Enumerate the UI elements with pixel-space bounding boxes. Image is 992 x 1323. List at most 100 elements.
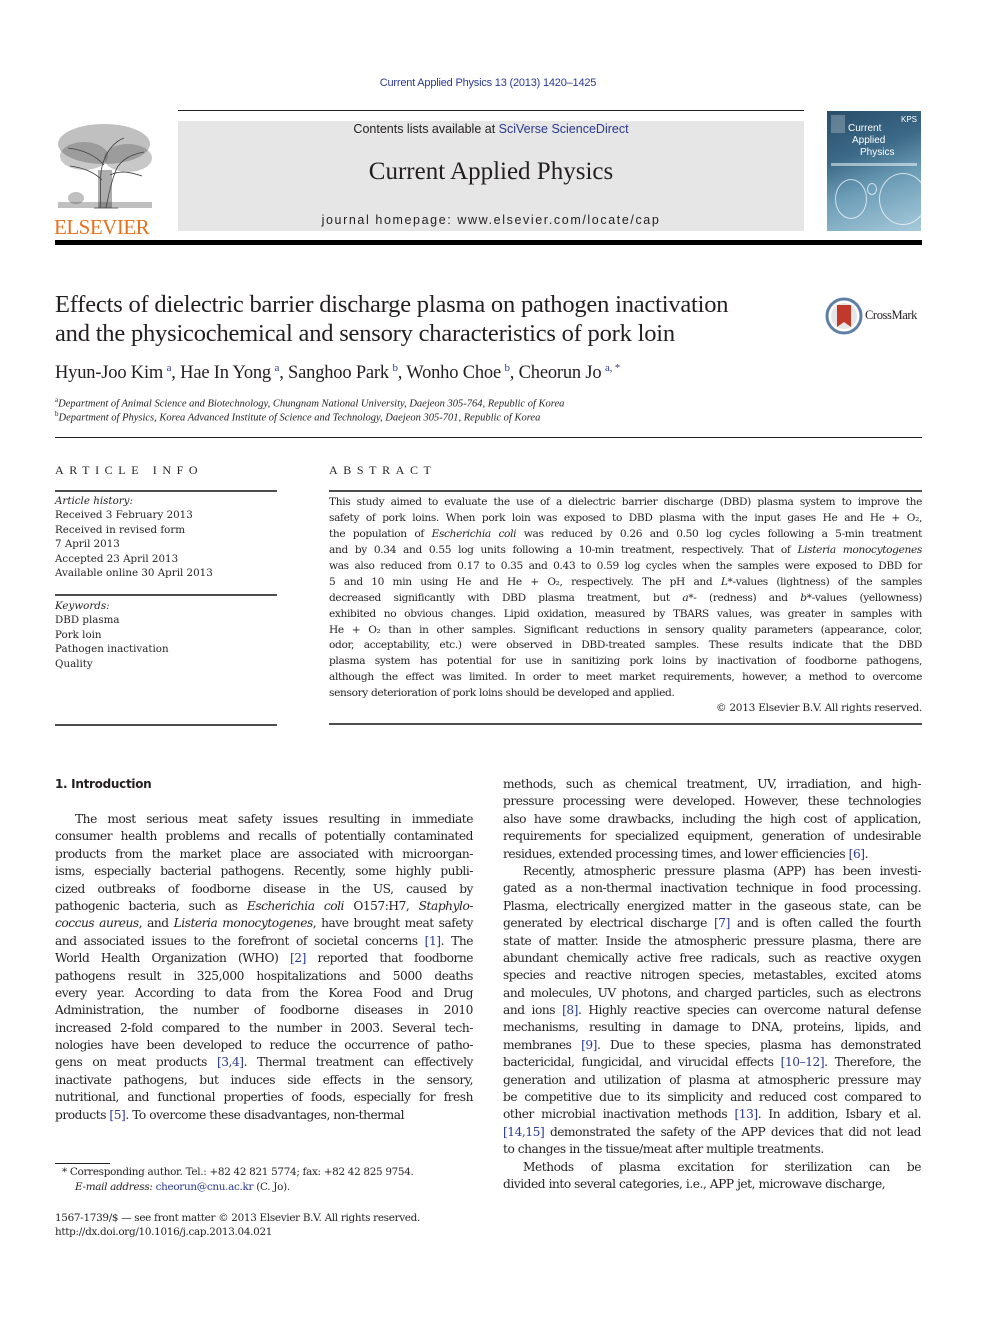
author-name: Hae In Yong [180,363,271,384]
citation-link[interactable]: [7] [714,916,730,930]
text-line: bactericidal, fungicidal, and virucidal … [503,1055,921,1070]
text-line: Plasma, electrically energized matter in… [503,898,921,913]
abstract-body: This study aimed to evaluate the use of … [329,495,922,702]
author[interactable]: Hyun-Joo Kim a [55,362,172,384]
author-affiliation-mark[interactable]: b [504,362,510,374]
citation-link[interactable]: [14,15] [503,1125,545,1139]
cover-title-line: Current [848,123,882,134]
text-line: Administration, the number of foodborne … [55,1003,473,1018]
history-item: Available online 30 April 2013 [55,567,213,580]
email-link[interactable]: cheorun@cnu.ac.kr [156,1181,254,1193]
affiliation-text: Department of Physics, Korea Advanced In… [58,412,541,424]
text-line: state of matter. Inside the atmospheric … [503,933,921,948]
text-line: pathogenic bacteria, such as Escherichia… [55,898,474,913]
elsevier-logo[interactable]: ELSEVIER [54,120,156,238]
keyword: Pathogen inactivation [55,643,169,656]
text-line: and by 0.34 and 0.55 log units following… [329,543,922,556]
author[interactable]: Cheorun Jo a, * [518,362,621,384]
text-line: requirements for specialized equipment, … [503,829,921,844]
citation-link[interactable]: [2] [290,951,306,965]
running-head[interactable]: Current Applied Physics 13 (2013) 1420–1… [0,77,976,89]
sciencedirect-link[interactable]: SciVerse ScienceDirect [499,122,629,136]
author-affiliation-mark[interactable]: a [167,362,172,374]
abstract-bottom-rule [329,723,922,725]
text-line: [14,15] demonstrated the safety of the A… [503,1124,921,1139]
abstract-rule [329,490,922,492]
cover-bubble [835,179,867,219]
text-line: 5 and 10 min using He and He + O₂, respe… [329,575,922,588]
article-info-heading: ARTICLE INFO [55,463,204,477]
header-rule [178,110,804,111]
author[interactable]: Wonho Choe b [406,362,510,383]
journal-banner: Contents lists available at SciVerse Sci… [178,121,804,231]
crossmark-icon [825,297,863,335]
history-item: 7 April 2013 [55,538,120,551]
footnote-rule [55,1163,110,1164]
text-line: generated by electrical discharge [7] an… [503,916,921,931]
cover-badge: KPS [900,115,917,124]
author-affiliation-mark[interactable]: b [392,362,398,374]
text-line: coccus aureus, and Listeria monocytogene… [55,916,473,931]
text-line: He + O₂ than in other samples. Significa… [329,623,922,636]
text-line: residues, extended processing times, and… [503,846,869,861]
text-line: abundant chemically active free radicals… [503,950,921,965]
history-item: Accepted 23 April 2013 [55,552,179,565]
text-line: and associated issues to the forefront o… [55,933,473,948]
text-line: safety of pork loins. When pork loin was… [329,511,922,524]
text-line: species and reactive nitrogen species, m… [503,968,921,983]
citation-link[interactable]: [13] [734,1107,758,1121]
keyword: Pork loin [55,628,102,641]
journal-homepage[interactable]: journal homepage: www.elsevier.com/locat… [178,213,804,227]
author-affiliation-mark[interactable]: a [275,362,280,374]
author-list: Hyun-Joo Kim a, Hae In Yong a, Sanghoo P… [55,362,621,384]
crossmark-label: CrossMark [865,308,917,322]
cover-title-line: Applied [852,135,886,146]
cover-subtitle-bar [831,163,917,166]
text-line: Methods of plasma excitation for sterili… [523,1159,921,1174]
text-line: decreased significantly with DBD plasma … [329,591,923,604]
journal-cover-image[interactable]: KPS Current Applied Physics [827,111,921,231]
citation-link[interactable]: [10–12] [781,1055,825,1069]
citation-link[interactable]: [3,4] [217,1055,244,1069]
cover-bubble [879,173,921,225]
text-line: pathogens result in 325,000 hospitalizat… [55,968,473,983]
article-title: Effects of dielectric barrier discharge … [55,290,815,348]
text-line: odor, acceptability, etc.) were observed… [329,639,922,652]
author-name: Hyun-Joo Kim [55,363,164,384]
article-info-bottom-rule [55,724,277,726]
elsevier-tree-icon [58,124,152,209]
text-line: World Health Organization (WHO) [2] repo… [55,951,473,966]
citation-link[interactable]: [9] [581,1038,597,1052]
affiliation-a: aDepartment of Animal Science and Biotec… [55,396,564,410]
citation-link[interactable]: [8] [562,1003,578,1017]
keywords: Keywords: DBD plasma Pork loin Pathogen … [55,599,277,671]
author-name: Cheorun Jo [518,363,602,384]
affiliation-text: Department of Animal Science and Biotech… [58,398,565,410]
author[interactable]: Sanghoo Park b [288,362,398,383]
text-line: pressure processing were developed. Howe… [503,794,921,809]
author-affiliation-mark[interactable]: a, * [605,362,620,374]
title-block-rule [55,437,922,438]
body-column-left: The most serious meat safety issues resu… [55,811,473,1124]
text-line: membranes [9]. Due to these species, pla… [503,1037,921,1052]
text-line: sensory deterioration of pork loins shou… [329,687,675,700]
text-line: and molecules, UV photons, and charged p… [503,985,921,1000]
text-line: methods, such as chemical treatment, UV,… [503,777,921,791]
citation-link[interactable]: [6] [849,847,865,861]
text-line: This study aimed to evaluate the use of … [329,496,922,508]
cover-bubble [867,183,877,195]
crossmark-button[interactable]: CrossMark [825,297,925,335]
citation-link[interactable]: [1] [425,934,441,948]
doi-link[interactable]: http://dx.doi.org/10.1016/j.cap.2013.04.… [55,1226,272,1238]
author[interactable]: Hae In Yong a [180,362,280,384]
text-line: although the effect was limited. In orde… [329,671,922,684]
text-line: inactivate pathogens, but induces side e… [55,1072,473,1087]
text-line: be competitive due to its simplicity and… [503,1090,921,1105]
text-line: increased 2-fold compared to the number … [55,1020,473,1035]
citation-link[interactable]: [5] [109,1108,125,1122]
text-line: products from the market place are assoc… [55,846,473,861]
body-column-right: methods, such as chemical treatment, UV,… [503,776,921,1193]
affiliation-b: bDepartment of Physics, Korea Advanced I… [55,410,540,424]
text-line: The most serious meat safety issues resu… [75,812,473,826]
text-line: and ions [8]. Highly reactive species ca… [503,1003,921,1018]
